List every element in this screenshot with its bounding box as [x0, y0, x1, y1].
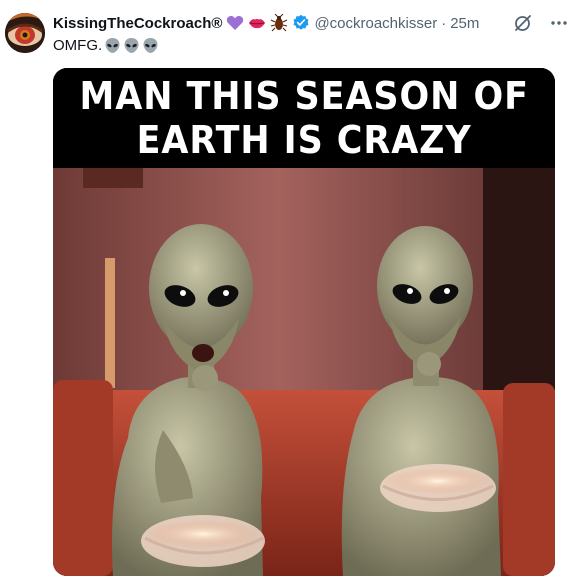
tweet-top-actions — [512, 12, 570, 34]
slash-circle-icon — [515, 15, 531, 31]
kiss-lips-icon — [248, 14, 266, 32]
cockroach-icon — [270, 13, 288, 32]
purple-heart-icon — [226, 14, 244, 32]
handle[interactable]: @cockroachkisser — [314, 15, 437, 32]
ellipsis-icon — [551, 21, 567, 25]
alien-icon — [142, 37, 159, 54]
grok-button[interactable] — [512, 12, 534, 34]
alien-icon — [104, 37, 121, 54]
timestamp[interactable]: 25m — [450, 15, 479, 32]
separator-dot: · — [441, 14, 447, 32]
avatar-image — [5, 13, 45, 53]
meme-caption: MAN THIS SEASON OF EARTH IS CRAZY — [53, 68, 555, 168]
meme-photo — [53, 168, 555, 576]
display-name[interactable]: KissingTheCockroach® — [53, 15, 222, 32]
more-options-button[interactable] — [548, 12, 570, 34]
tweet-text-content: OMFG. — [53, 37, 103, 54]
verified-badge-icon — [292, 14, 310, 32]
avatar[interactable] — [5, 13, 45, 53]
meme-caption-line: MAN THIS SEASON OF — [79, 74, 529, 118]
tweet-media[interactable]: MAN THIS SEASON OF EARTH IS CRAZY — [53, 68, 555, 576]
tweet-header: KissingTheCockroach® @cockroachkisser · … — [53, 12, 479, 34]
tweet-text: OMFG. — [53, 37, 159, 54]
tweet[interactable]: KissingTheCockroach® @cockroachkisser · … — [0, 0, 580, 584]
meme-caption-line: EARTH IS CRAZY — [136, 118, 472, 162]
alien-icon — [123, 37, 140, 54]
